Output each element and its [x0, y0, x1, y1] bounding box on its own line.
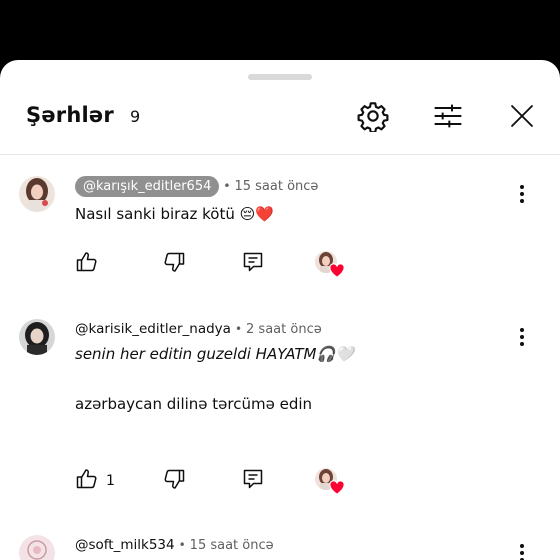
comment-meta: @karışık_editler654 • 15 saat öncə	[75, 174, 318, 198]
comment-author[interactable]: @soft_milk534	[75, 537, 175, 553]
more-vertical-icon[interactable]	[512, 541, 532, 560]
meta-separator: •	[223, 179, 231, 193]
creator-heart-icon[interactable]	[315, 251, 347, 281]
comment-time: 15 saat öncə	[189, 537, 274, 553]
creator-heart-icon[interactable]	[315, 468, 347, 498]
comment-actions	[0, 249, 560, 279]
comments-sheet: Şərhlər 9 @karışık_editler654 • 15 saat …	[0, 60, 560, 560]
header-divider	[0, 154, 560, 155]
reply-icon	[241, 250, 265, 278]
gear-icon[interactable]	[355, 98, 391, 134]
comment-text: Nasıl sanki biraz kötü 😔❤️	[75, 205, 274, 223]
more-vertical-icon[interactable]	[512, 325, 532, 349]
comment-count: 9	[130, 107, 141, 126]
thumbs-down-icon	[162, 467, 186, 495]
thumbs-up-icon	[75, 467, 99, 495]
comment-time: 2 saat öncə	[246, 321, 322, 337]
drag-handle[interactable]	[248, 74, 312, 80]
dislike-button[interactable]	[162, 249, 186, 279]
comment-actions: 1	[0, 466, 560, 496]
comment-meta: @soft_milk534 • 15 saat öncə	[75, 533, 274, 557]
reply-icon	[241, 467, 265, 495]
comment-author[interactable]: @karışık_editler654	[75, 175, 220, 197]
heart-icon	[329, 480, 345, 495]
comment-text-line2: azərbaycan dilinə tərcümə edin	[75, 395, 313, 413]
more-vertical-icon[interactable]	[512, 182, 532, 206]
avatar[interactable]	[19, 176, 55, 212]
thumbs-down-icon	[162, 250, 186, 278]
close-icon[interactable]	[504, 98, 540, 134]
like-count: 1	[106, 473, 115, 489]
meta-separator: •	[178, 538, 186, 552]
meta-separator: •	[234, 322, 243, 336]
comment-author[interactable]: @karisik_editler_nadya	[75, 321, 231, 337]
like-button[interactable]	[75, 249, 99, 279]
thumbs-up-icon	[75, 250, 99, 278]
sliders-icon[interactable]	[430, 98, 466, 134]
comment-text: senin her editin guzeldi HAYATM🎧🤍	[75, 345, 354, 363]
reply-button[interactable]	[241, 249, 265, 279]
heart-icon	[329, 263, 345, 278]
dislike-button[interactable]	[162, 466, 186, 496]
like-button[interactable]: 1	[75, 466, 115, 496]
page-title: Şərhlər	[26, 103, 114, 127]
reply-button[interactable]	[241, 466, 265, 496]
avatar[interactable]	[19, 535, 55, 560]
avatar[interactable]	[19, 319, 55, 355]
comment-meta: @karisik_editler_nadya • 2 saat öncə	[75, 317, 322, 341]
comment-time: 15 saat öncə	[234, 178, 319, 194]
comments-header: Şərhlər 9	[0, 88, 560, 146]
